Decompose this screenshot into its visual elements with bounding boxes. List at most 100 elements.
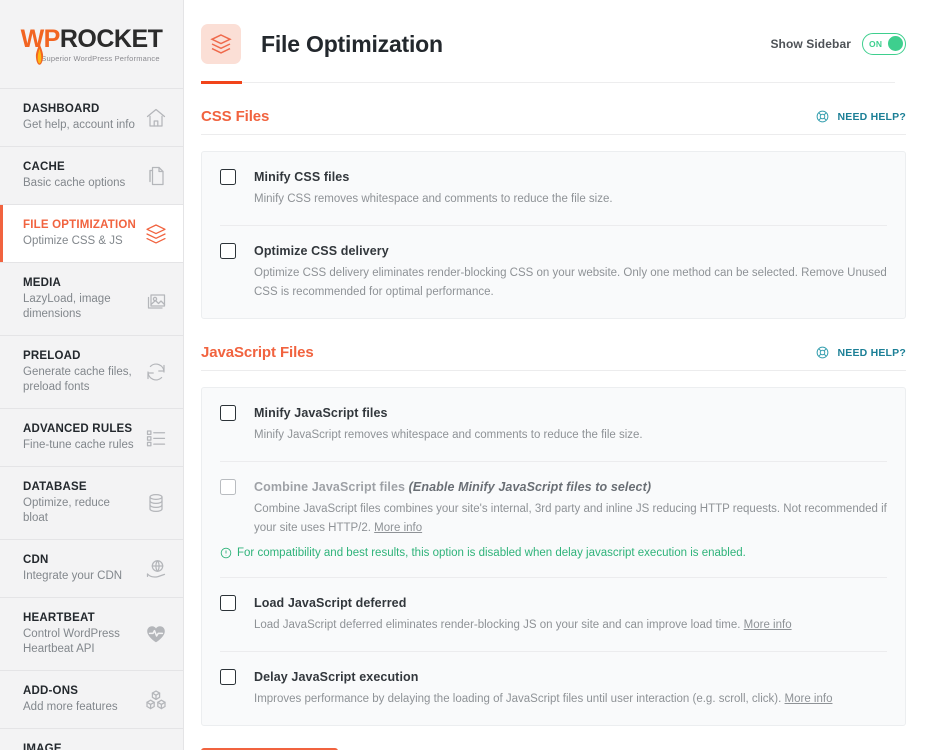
home-icon [143, 105, 169, 131]
file-copy-icon [143, 163, 169, 189]
more-info-link[interactable]: More info [374, 522, 422, 534]
sidebar-item-preload[interactable]: PRELOAD Generate cache files, preload fon… [0, 336, 183, 409]
checkbox-combine-javascript-files[interactable] [220, 479, 236, 495]
layers-icon [210, 34, 232, 54]
sidebar-item-database[interactable]: DATABASE Optimize, reduce bloat [0, 467, 183, 540]
option-text: Minify JavaScript files Minify JavaScript… [254, 405, 887, 445]
sidebar-item-text: HEARTBEAT Control WordPress Heartbeat API [23, 611, 143, 657]
sidebar-item-dashboard[interactable]: DASHBOARD Get help, account info [0, 89, 183, 147]
option-label-text: Minify JavaScript files [254, 406, 388, 420]
checkbox-minify-css-files[interactable] [220, 169, 236, 185]
page-title: File Optimization [261, 30, 443, 57]
sidebar-item-advanced-rules[interactable]: ADVANCED RULES Fine-tune cache rules [0, 409, 183, 467]
main-content: File Optimization Show Sidebar ON CSS Fi… [184, 0, 934, 750]
layers-icon [143, 221, 169, 247]
option-description: Load JavaScript deferred eliminates rend… [254, 616, 887, 635]
sidebar-item-text: CDN Integrate your CDN [23, 553, 143, 584]
option-label-text: Combine JavaScript files [254, 480, 406, 494]
sidebar-item-text: DASHBOARD Get help, account info [23, 102, 143, 133]
show-sidebar-toggle[interactable]: ON [862, 33, 906, 55]
option-row: Load JavaScript deferred Load JavaScript … [220, 577, 887, 651]
option-text: Delay JavaScript execution Improves perfo… [254, 669, 887, 709]
sidebar-item-label: MEDIA [23, 277, 62, 289]
sidebar-item-image-optimization[interactable]: IMAGE OPTIMIZATIONCompress your images [0, 729, 183, 750]
sidebar-item-label: DATABASE [23, 481, 87, 493]
sidebar-item-label: ADD-ONS [23, 685, 79, 697]
sidebar-item-text: MEDIA LazyLoad, image dimensions [23, 276, 143, 322]
option-row: Minify CSS files Minify CSS removes white… [220, 152, 887, 225]
lifebuoy-icon [817, 346, 829, 359]
section-javascript-files: JavaScript Files NEED HELP? Minify JavaScr… [201, 319, 906, 726]
sidebar-item-text: IMAGE OPTIMIZATIONCompress your images [23, 742, 143, 750]
section-header: JavaScript Files NEED HELP? [201, 344, 906, 371]
sidebar-item-text: PRELOAD Generate cache files, preload fon… [23, 349, 143, 395]
option-description-text: Improves performance by delaying the loa… [254, 693, 782, 705]
option-label: Optimize CSS delivery [254, 243, 887, 259]
settings-sections: CSS Files NEED HELP? Minify CSS files Minif… [201, 83, 906, 726]
lifebuoy-icon [817, 110, 829, 123]
sidebar-item-add-ons[interactable]: ADD-ONS Add more features [0, 671, 183, 729]
tab-underline [201, 81, 895, 84]
option-description: Minify JavaScript removes whitespace and… [254, 426, 887, 445]
sidebar-item-media[interactable]: MEDIA LazyLoad, image dimensions [0, 263, 183, 336]
sidebar-item-text: ADVANCED RULES Fine-tune cache rules [23, 422, 143, 453]
sidebar-item-description: Get help, account info [23, 119, 135, 131]
page-header: File Optimization Show Sidebar ON [184, 0, 934, 84]
option-row: Minify JavaScript files Minify JavaScript… [220, 388, 887, 461]
rocket-flame-icon [35, 42, 43, 65]
sidebar-nav: DASHBOARD Get help, account info CACHE Basi… [0, 88, 183, 750]
option-text: Combine JavaScript files (Enable Minify … [254, 479, 887, 538]
option-row: Optimize CSS delivery Optimize CSS delive… [220, 225, 887, 318]
page-title-badge [201, 24, 241, 64]
option-label: Combine JavaScript files (Enable Minify … [254, 479, 887, 495]
option-label: Delay JavaScript execution [254, 669, 887, 685]
alert-circle-icon [220, 547, 232, 559]
sidebar-item-description: Add more features [23, 701, 118, 713]
sidebar-item-text: FILE OPTIMIZATION Optimize CSS & JS [23, 218, 143, 249]
option-description-text: Minify CSS removes whitespace and commen… [254, 193, 613, 205]
sidebar-item-cache[interactable]: CACHE Basic cache options [0, 147, 183, 205]
section-css-files: CSS Files NEED HELP? Minify CSS files Minif… [201, 83, 906, 319]
option-label-text: Optimize CSS delivery [254, 244, 389, 258]
more-info-link[interactable]: More info [744, 619, 792, 631]
option-label: Load JavaScript deferred [254, 595, 887, 611]
need-help-link[interactable]: NEED HELP? [815, 109, 906, 125]
option-description-text: Optimize CSS delivery eliminates render-… [254, 267, 887, 298]
sidebar-item-description: Optimize, reduce bloat [23, 497, 110, 524]
brand-name-rocket: ROCKET [59, 24, 163, 53]
checkbox-minify-javascript-files[interactable] [220, 405, 236, 421]
need-help-label: NEED HELP? [837, 110, 906, 123]
images-icon [143, 286, 169, 312]
sidebar-item-cdn[interactable]: CDN Integrate your CDN [0, 540, 183, 598]
brand-logo: WPROCKET Superior WordPress Performance [0, 0, 183, 88]
sidebar-item-label: PRELOAD [23, 350, 81, 362]
options-panel: Minify JavaScript files Minify JavaScript… [201, 387, 906, 726]
sidebar-item-text: ADD-ONS Add more features [23, 684, 143, 715]
option-row: Delay JavaScript execution Improves perfo… [220, 651, 887, 725]
more-info-link[interactable]: More info [785, 693, 833, 705]
option-warning: For compatibility and best results, this… [220, 545, 887, 561]
sidebar-item-label: CACHE [23, 161, 65, 173]
checkbox-optimize-css-delivery[interactable] [220, 243, 236, 259]
option-label-text: Minify CSS files [254, 170, 350, 184]
sidebar-item-text: DATABASE Optimize, reduce bloat [23, 480, 143, 526]
sidebar-item-file-optimization[interactable]: FILE OPTIMIZATION Optimize CSS & JS [0, 205, 183, 263]
database-icon [143, 490, 169, 516]
need-help-link[interactable]: NEED HELP? [815, 345, 906, 361]
show-sidebar-label: Show Sidebar [770, 37, 851, 51]
sidebar-item-description: Generate cache files, preload fonts [23, 366, 132, 393]
section-title: CSS Files [201, 108, 270, 125]
option-label-text: Delay JavaScript execution [254, 670, 419, 684]
option-description: Combine JavaScript files combines your s… [254, 500, 887, 538]
option-text: Load JavaScript deferred Load JavaScript … [254, 595, 887, 635]
sidebar-item-heartbeat[interactable]: HEARTBEAT Control WordPress Heartbeat API [0, 598, 183, 671]
option-label-hint: (Enable Minify JavaScript files to selec… [408, 480, 652, 494]
sidebar-item-label: HEARTBEAT [23, 612, 95, 624]
checkbox-delay-javascript-execution[interactable] [220, 669, 236, 685]
checkbox-load-javascript-deferred[interactable] [220, 595, 236, 611]
cdn-globe-icon [143, 556, 169, 582]
option-description-text: Combine JavaScript files combines your s… [254, 503, 887, 534]
list-checks-icon [143, 425, 169, 451]
need-help-label: NEED HELP? [837, 346, 906, 359]
app-root: WPROCKET Superior WordPress Performance … [0, 0, 934, 750]
